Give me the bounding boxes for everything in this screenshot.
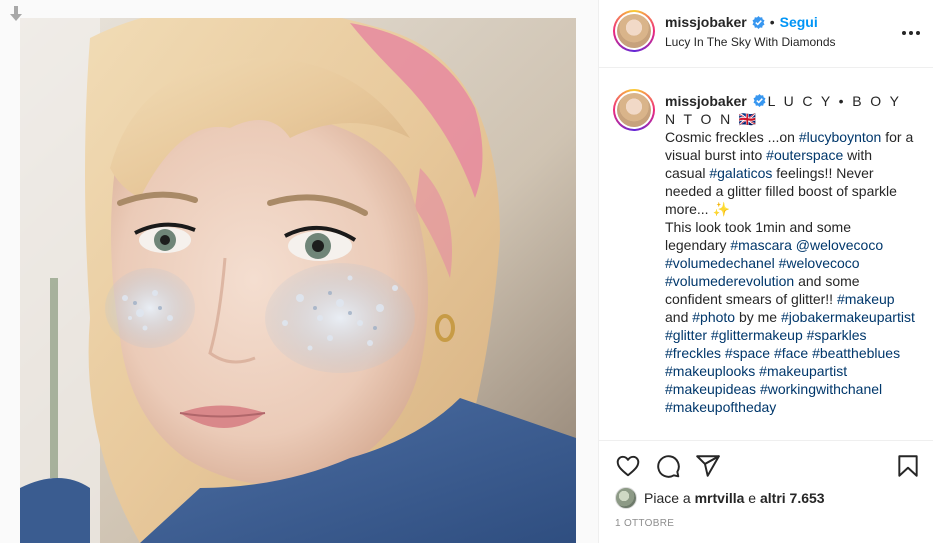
separator-dot: •: [769, 14, 775, 30]
hashtag-link[interactable]: #sparkles: [807, 327, 867, 343]
instagram-post-view: missjobaker • Segui Lucy In The Sky With…: [0, 0, 933, 543]
likes-middle: e: [748, 490, 757, 506]
caption-avatar[interactable]: [613, 89, 655, 131]
header-username[interactable]: missjobaker: [665, 14, 747, 30]
verified-badge-icon: [752, 15, 765, 29]
post-caption: missjobaker L U C Y • B O Y N T O N 🇬🇧 C…: [665, 92, 915, 416]
post-side-panel: missjobaker • Segui Lucy In The Sky With…: [598, 0, 933, 543]
hashtag-link[interactable]: #workingwithchanel: [760, 381, 882, 397]
caption-text-run: and: [665, 309, 693, 325]
likes-count-link[interactable]: altri 7.653: [760, 490, 825, 506]
hashtag-link[interactable]: #makeupideas: [665, 381, 756, 397]
post-header: missjobaker • Segui Lucy In The Sky With…: [599, 0, 933, 68]
post-actions: [599, 450, 933, 480]
hashtag-link[interactable]: #galaticos: [709, 165, 772, 181]
hashtag-link[interactable]: #lucyboynton: [799, 129, 882, 145]
hashtag-link[interactable]: #glitter: [665, 327, 707, 343]
caption-text-run: by me: [735, 309, 781, 325]
hashtag-link[interactable]: #makeupoftheday: [665, 399, 776, 415]
hashtag-link[interactable]: #makeuplooks: [665, 363, 755, 379]
liker-username[interactable]: mrtvilla: [695, 490, 745, 506]
hashtag-link[interactable]: #jobakermakeupartist: [781, 309, 915, 325]
hashtag-link[interactable]: #welovecoco: [779, 255, 860, 271]
hashtag-link[interactable]: #mascara: [730, 237, 791, 253]
hashtag-link[interactable]: #space: [725, 345, 770, 361]
hashtag-link[interactable]: #photo: [692, 309, 735, 325]
audio-title[interactable]: Lucy In The Sky With Diamonds: [665, 35, 836, 49]
post-photo[interactable]: [20, 18, 576, 543]
caption-section: missjobaker L U C Y • B O Y N T O N 🇬🇧 C…: [599, 69, 933, 441]
mention-link[interactable]: @welovecoco: [796, 237, 883, 253]
hashtag-link[interactable]: #makeupartist: [759, 363, 847, 379]
likes-prefix: Piace a: [644, 490, 691, 506]
hashtag-link[interactable]: #beattheblues: [812, 345, 900, 361]
caption-username[interactable]: missjobaker: [665, 93, 747, 109]
caption-text: Cosmic freckles ...on #lucyboynton for a…: [665, 129, 915, 415]
heart-icon[interactable]: [615, 453, 641, 479]
hashtag-link[interactable]: #glittermakeup: [711, 327, 803, 343]
hashtag-link[interactable]: #volumederevolution: [665, 273, 794, 289]
post-date[interactable]: 1 ottobre: [615, 518, 674, 529]
caption-text-run: Cosmic freckles ...on: [665, 129, 799, 145]
more-options-icon[interactable]: [901, 23, 921, 43]
avatar[interactable]: [613, 10, 655, 52]
hashtag-link[interactable]: #outerspace: [766, 147, 843, 163]
paper-plane-icon[interactable]: [695, 453, 721, 479]
hashtag-link[interactable]: #makeup: [837, 291, 895, 307]
sparkle-emoji: ✨: [712, 201, 730, 217]
verified-badge-icon: [753, 93, 766, 107]
bookmark-icon[interactable]: [895, 453, 921, 479]
hashtag-link[interactable]: #face: [774, 345, 808, 361]
follow-button[interactable]: Segui: [780, 14, 818, 30]
comment-icon[interactable]: [655, 453, 681, 479]
liker-avatar[interactable]: [615, 487, 637, 509]
likes-summary: Piace a mrtvilla e altri 7.653: [615, 487, 825, 509]
hashtag-link[interactable]: #volumedechanel: [665, 255, 775, 271]
hashtag-link[interactable]: #freckles: [665, 345, 721, 361]
